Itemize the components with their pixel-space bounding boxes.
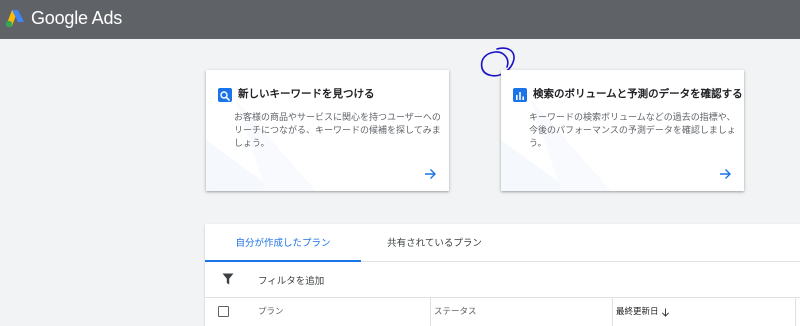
column-divider (612, 298, 613, 326)
filter-icon[interactable] (222, 273, 234, 285)
google-ads-logo-icon[interactable] (4, 8, 26, 28)
select-all-checkbox[interactable] (218, 306, 229, 317)
card-description: キーワードの検索ボリュームなどの過去の指標や、今後のパフォーマンスの予測データを… (529, 113, 736, 149)
bar-chart-icon (513, 88, 527, 102)
arrow-right-icon[interactable] (718, 167, 732, 181)
column-header-last-updated[interactable]: 最終更新日 (616, 298, 659, 326)
column-header-status[interactable]: ステータス (434, 298, 477, 326)
add-filter-label[interactable]: フィルタを追加 (258, 273, 324, 287)
plans-panel: 自分が作成したプラン 共有されているプラン フィルタを追加 プラン ステータス … (205, 224, 800, 326)
column-divider (795, 298, 796, 326)
filter-bar[interactable]: フィルタを追加 (205, 262, 800, 298)
tab-my-plans[interactable]: 自分が作成したプラン (205, 224, 361, 262)
search-volume-forecast-card[interactable]: 検索のボリュームと予測のデータを確認する キーワードの検索ボリュームなどの過去の… (501, 70, 744, 191)
find-keywords-card[interactable]: 新しいキーワードを見つける お客様の商品やサービスに関心を持つユーザーへのリーチ… (206, 70, 449, 191)
arrow-right-icon[interactable] (423, 167, 437, 181)
column-header-plan[interactable]: プラン (258, 298, 284, 326)
plans-tabs: 自分が作成したプラン 共有されているプラン (205, 224, 800, 262)
tab-shared-plans[interactable]: 共有されているプラン (361, 224, 508, 262)
card-description: お客様の商品やサービスに関心を持つユーザーへのリーチにつながる、キーワードの候補… (234, 113, 441, 149)
card-title: 検索のボリュームと予測のデータを確認する (533, 88, 743, 100)
search-icon (218, 88, 232, 102)
arrow-down-icon[interactable] (661, 308, 670, 317)
app-header: Google Ads (0, 0, 800, 39)
app-title[interactable]: Google Ads (31, 8, 122, 29)
column-divider (430, 298, 431, 326)
table-header-row: プラン ステータス 最終更新日 (205, 298, 800, 326)
card-title: 新しいキーワードを見つける (238, 88, 375, 100)
